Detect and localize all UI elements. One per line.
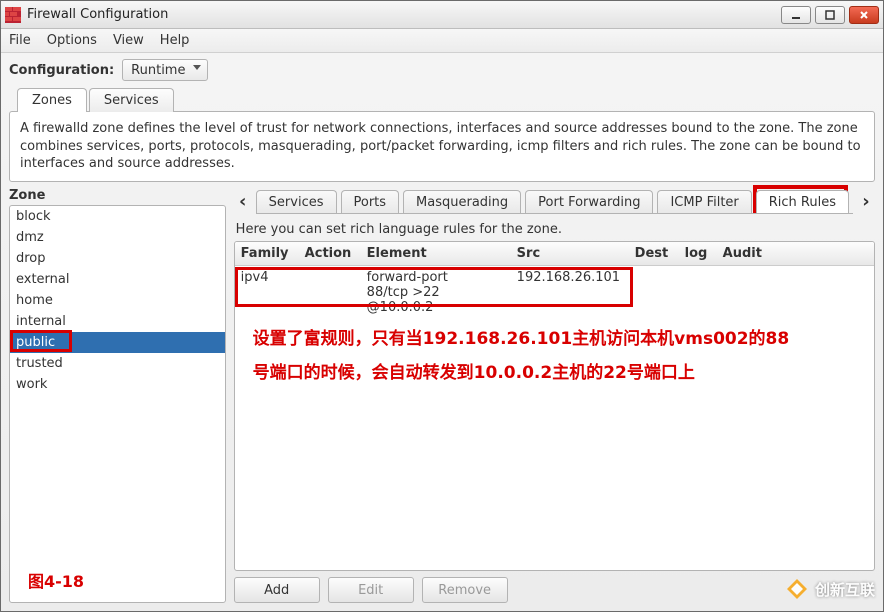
- zone-subtabs: ServicesPortsMasqueradingPort Forwarding…: [256, 189, 853, 214]
- subtab-masquerading[interactable]: Masquerading: [403, 190, 521, 214]
- col-action[interactable]: Action: [299, 242, 361, 265]
- col-log[interactable]: log: [679, 242, 717, 265]
- button-row: Add Edit Remove: [234, 571, 875, 603]
- watermark: 创新互联: [785, 577, 875, 601]
- subtab-services[interactable]: Services: [256, 190, 337, 214]
- cell-dest: [629, 266, 679, 274]
- minimize-button[interactable]: [781, 6, 811, 24]
- main-pane: Zone blockdmzdropexternalhomeinternalpub…: [9, 188, 875, 603]
- configuration-dropdown[interactable]: Runtime: [122, 59, 208, 81]
- window-title: Firewall Configuration: [27, 7, 781, 22]
- annotation-line2: 号端口的时候，会自动转发到10.0.0.2主机的22号端口上: [253, 358, 695, 389]
- rich-rules-description: Here you can set rich language rules for…: [234, 216, 875, 241]
- cell-src: 192.168.26.101: [511, 266, 629, 289]
- table-row[interactable]: ipv4 forward-port 88/tcp >22 @10.0.0.2192…: [235, 266, 874, 319]
- col-src[interactable]: Src: [511, 242, 629, 265]
- menubar: File Options View Help: [1, 29, 883, 53]
- content-area: Zones Services A firewalld zone defines …: [1, 87, 883, 611]
- maximize-button[interactable]: [815, 6, 845, 24]
- zone-item-dmz[interactable]: dmz: [10, 227, 225, 248]
- remove-button[interactable]: Remove: [422, 577, 508, 603]
- zone-list[interactable]: blockdmzdropexternalhomeinternalpublictr…: [9, 205, 226, 603]
- watermark-icon: [785, 577, 809, 601]
- cell-family: ipv4: [235, 266, 299, 289]
- zone-item-internal[interactable]: internal: [10, 311, 225, 332]
- zone-item-drop[interactable]: drop: [10, 248, 225, 269]
- annotation-line1: 设置了富规则，只有当192.168.26.101主机访问本机vms002的88: [253, 324, 790, 355]
- zone-item-public[interactable]: public: [10, 332, 225, 353]
- zone-pane: Zone blockdmzdropexternalhomeinternalpub…: [9, 188, 226, 603]
- titlebar: Firewall Configuration: [1, 1, 883, 29]
- chevron-down-icon: [193, 65, 201, 70]
- scroll-right-icon[interactable]: ›: [857, 191, 875, 212]
- right-pane: ‹ ServicesPortsMasqueradingPort Forwardi…: [234, 188, 875, 603]
- col-audit[interactable]: Audit: [717, 242, 874, 265]
- subtab-port-forwarding[interactable]: Port Forwarding: [525, 190, 653, 214]
- add-button[interactable]: Add: [234, 577, 320, 603]
- zone-item-trusted[interactable]: trusted: [10, 353, 225, 374]
- firewall-app-icon: [5, 7, 21, 23]
- rule-rows: ipv4 forward-port 88/tcp >22 @10.0.0.2192…: [235, 266, 874, 319]
- app-window: Firewall Configuration File Options View…: [0, 0, 884, 612]
- top-tabs: Zones Services: [17, 87, 875, 111]
- rule-table-header: Family Action Element Src Dest log Audit: [235, 242, 874, 266]
- tab-zones[interactable]: Zones: [17, 88, 87, 112]
- zone-item-block[interactable]: block: [10, 206, 225, 227]
- menu-help[interactable]: Help: [160, 33, 190, 48]
- cell-element: forward-port 88/tcp >22 @10.0.0.2: [361, 266, 511, 319]
- close-button[interactable]: [849, 6, 879, 24]
- cell-log: [679, 266, 717, 274]
- menu-file[interactable]: File: [9, 33, 31, 48]
- scroll-left-icon[interactable]: ‹: [234, 191, 252, 212]
- col-element[interactable]: Element: [361, 242, 511, 265]
- cell-audit: [717, 266, 874, 274]
- col-dest[interactable]: Dest: [629, 242, 679, 265]
- edit-button[interactable]: Edit: [328, 577, 414, 603]
- zone-heading: Zone: [9, 188, 226, 203]
- subtab-icmp-filter[interactable]: ICMP Filter: [657, 190, 751, 214]
- col-family[interactable]: Family: [235, 242, 299, 265]
- tab-services[interactable]: Services: [89, 88, 174, 112]
- configuration-row: Configuration: Runtime: [1, 53, 883, 87]
- rule-table: Family Action Element Src Dest log Audit…: [234, 241, 875, 571]
- zone-item-external[interactable]: external: [10, 269, 225, 290]
- zone-item-home[interactable]: home: [10, 290, 225, 311]
- configuration-label: Configuration:: [9, 63, 114, 78]
- configuration-value: Runtime: [131, 63, 185, 78]
- zone-description: A firewalld zone defines the level of tr…: [9, 111, 875, 182]
- menu-options[interactable]: Options: [47, 33, 97, 48]
- menu-view[interactable]: View: [113, 33, 144, 48]
- figure-label: 图4-18: [28, 568, 84, 592]
- cell-action: [299, 266, 361, 274]
- subtab-row: ‹ ServicesPortsMasqueradingPort Forwardi…: [234, 188, 875, 216]
- zone-item-work[interactable]: work: [10, 374, 225, 395]
- subtab-rich-rules[interactable]: Rich Rules: [756, 190, 849, 214]
- window-controls: [781, 6, 879, 24]
- subtab-ports[interactable]: Ports: [341, 190, 400, 214]
- watermark-text: 创新互联: [815, 579, 875, 600]
